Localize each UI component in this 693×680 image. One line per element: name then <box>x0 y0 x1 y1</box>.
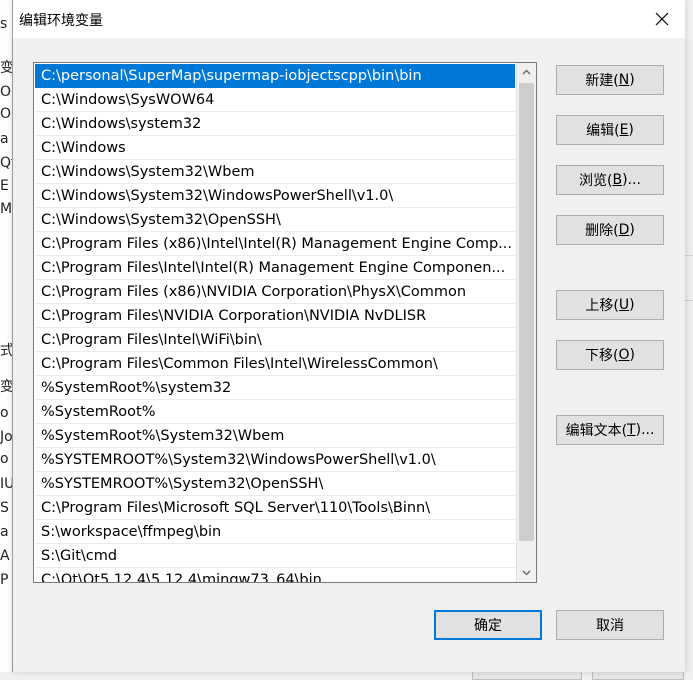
path-list-item[interactable]: %SystemRoot%\system32 <box>35 376 515 400</box>
new-button-label-end: ) <box>629 72 635 88</box>
move-up-button[interactable]: 上移(U) <box>556 290 664 320</box>
browse-button-label-end: )... <box>622 172 641 188</box>
path-list-item[interactable]: %SystemRoot% <box>35 400 515 424</box>
dialog-title: 编辑环境变量 <box>19 13 103 29</box>
edit-button-accelerator: E <box>619 122 629 138</box>
browse-button-accelerator: B <box>612 172 623 188</box>
chevron-down-icon <box>522 570 531 576</box>
ok-button[interactable]: 确定 <box>434 610 542 640</box>
path-list-item[interactable]: %SYSTEMROOT%\System32\OpenSSH\ <box>35 472 515 496</box>
move-down-button-accelerator: O <box>618 347 630 363</box>
edit-text-button[interactable]: 编辑文本(T)... <box>556 415 664 445</box>
path-list-item[interactable]: C:\Program Files\Common Files\Intel\Wire… <box>35 352 515 376</box>
move-down-button-label: 下移( <box>585 348 619 364</box>
path-list-rows: C:\personal\SuperMap\supermap-iobjectscp… <box>35 64 515 582</box>
path-list-item[interactable]: S:\Git\cmd <box>35 544 515 568</box>
browse-button[interactable]: 浏览(B)... <box>556 165 664 195</box>
background-divider <box>684 300 693 301</box>
cancel-button[interactable]: 取消 <box>556 610 664 640</box>
background-text-fragment: a <box>0 524 9 540</box>
path-list-item[interactable]: C:\Windows\SysWOW64 <box>35 88 515 112</box>
vertical-scrollbar[interactable] <box>516 63 536 582</box>
path-list[interactable]: C:\personal\SuperMap\supermap-iobjectscp… <box>33 62 537 583</box>
scroll-up-button[interactable] <box>517 63 536 82</box>
move-up-button-accelerator: U <box>618 297 630 313</box>
edit-text-button-label: 编辑文本( <box>565 423 628 439</box>
delete-button-label: 删除( <box>585 223 619 239</box>
background-text-fragment: Jo <box>0 429 13 445</box>
path-list-item[interactable]: C:\Windows\System32\Wbem <box>35 160 515 184</box>
path-list-item[interactable]: C:\Qt\Qt5.12.4\5.12.4\mingw73_64\bin <box>35 568 515 582</box>
path-list-item[interactable]: C:\Program Files\Intel\Intel(R) Manageme… <box>35 256 515 280</box>
new-button-accelerator: N <box>618 72 630 88</box>
background-text-fragment: o <box>0 405 9 421</box>
close-button[interactable] <box>639 0 685 38</box>
background-text-fragment: M <box>0 201 13 217</box>
path-list-item[interactable]: C:\Windows <box>35 136 515 160</box>
path-list-item[interactable]: C:\Program Files (x86)\Intel\Intel(R) Ma… <box>35 232 515 256</box>
background-text-fragment: o <box>0 451 9 467</box>
close-icon <box>655 12 669 26</box>
new-button-label: 新建( <box>585 73 619 89</box>
browse-button-label: 浏览( <box>579 173 613 189</box>
path-list-item[interactable]: %SystemRoot%\System32\Wbem <box>35 424 515 448</box>
path-list-item[interactable]: C:\personal\SuperMap\supermap-iobjectscp… <box>35 64 515 88</box>
title-bar: 编辑环境变量 <box>13 0 685 38</box>
edit-environment-variable-dialog: 编辑环境变量 C:\personal\SuperMap\supermap-iob… <box>12 0 685 672</box>
background-text-fragment: A <box>0 548 10 564</box>
path-list-item[interactable]: C:\Program Files\Intel\WiFi\bin\ <box>35 328 515 352</box>
background-text-fragment: S <box>0 500 9 516</box>
new-button[interactable]: 新建(N) <box>556 65 664 95</box>
background-window-right-edge <box>684 40 693 672</box>
path-list-item[interactable]: %SYSTEMROOT%\System32\WindowsPowerShell\… <box>35 448 515 472</box>
path-list-item[interactable]: C:\Program Files (x86)\NVIDIA Corporatio… <box>35 280 515 304</box>
scroll-down-button[interactable] <box>517 563 536 582</box>
path-list-item[interactable]: C:\Windows\system32 <box>35 112 515 136</box>
edit-button-label-end: ) <box>628 122 634 138</box>
edit-text-button-accelerator: T <box>627 422 636 438</box>
path-list-item[interactable]: C:\Program Files\NVIDIA Corporation\NVID… <box>35 304 515 328</box>
chevron-up-icon <box>522 69 531 75</box>
background-text-fragment: a <box>0 131 9 147</box>
edit-button-label: 编辑( <box>586 123 620 139</box>
path-list-item[interactable]: C:\Windows\System32\WindowsPowerShell\v1… <box>35 184 515 208</box>
path-list-item[interactable]: C:\Program Files\Microsoft SQL Server\11… <box>35 496 515 520</box>
delete-button-label-end: ) <box>629 222 635 238</box>
background-text-fragment: E <box>0 178 9 194</box>
scrollbar-thumb[interactable] <box>519 83 534 541</box>
cancel-button-label: 取消 <box>596 618 624 634</box>
path-list-item[interactable]: S:\workspace\ffmpeg\bin <box>35 520 515 544</box>
edit-button[interactable]: 编辑(E) <box>556 115 664 145</box>
edit-text-button-label-end: )... <box>635 422 655 438</box>
move-up-button-label: 上移( <box>585 298 619 314</box>
move-up-button-label-end: ) <box>629 297 635 313</box>
delete-button[interactable]: 删除(D) <box>556 215 664 245</box>
background-text-fragment: s <box>0 16 8 32</box>
move-down-button[interactable]: 下移(O) <box>556 340 664 370</box>
background-text-fragment: P <box>0 572 9 588</box>
path-list-item[interactable]: C:\Windows\System32\OpenSSH\ <box>35 208 515 232</box>
move-down-button-label-end: ) <box>629 347 635 363</box>
ok-button-label: 确定 <box>474 618 502 634</box>
delete-button-accelerator: D <box>618 222 630 238</box>
background-divider <box>684 255 693 256</box>
